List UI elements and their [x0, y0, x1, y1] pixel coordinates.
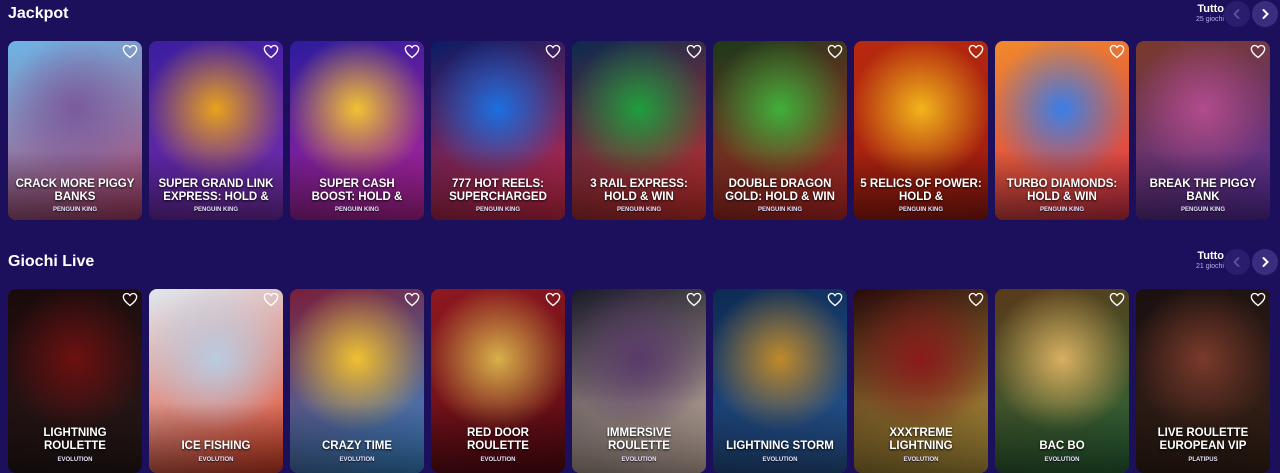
next-button[interactable] — [1252, 249, 1278, 275]
chevron-left-icon — [1233, 257, 1240, 267]
game-row: LIGHTNING ROULETTE EVOLUTION ICE FISHING EV… — [8, 289, 1270, 473]
game-provider: PENGUIN KING — [1180, 207, 1225, 213]
game-card[interactable]: SUPER GRAND LINK EXPRESS: HOLD & PENGUIN … — [149, 41, 283, 220]
game-title: XXXTREME LIGHTNING — [889, 427, 953, 452]
game-card[interactable]: 777 HOT REELS: SUPERCHARGED PENGUIN KING — [431, 41, 565, 220]
game-title: TURBO DIAMONDS: HOLD & WIN — [1006, 178, 1118, 203]
game-card[interactable]: BAC BO EVOLUTION — [995, 289, 1129, 473]
heart-icon[interactable] — [263, 44, 279, 59]
game-title: LIGHTNING STORM — [726, 440, 834, 452]
game-provider: PENGUIN KING — [1039, 207, 1084, 213]
chevron-left-icon — [1233, 9, 1240, 19]
section-jackpot: Jackpot Tutto 25 giochi CRACK MORE PIGGY… — [0, 0, 1280, 230]
game-provider: PENGUIN KING — [898, 207, 943, 213]
section-title: Giochi Live — [8, 253, 95, 270]
game-title: ICE FISHING — [181, 440, 251, 452]
game-provider: PENGUIN KING — [475, 207, 520, 213]
game-card[interactable]: DOUBLE DRAGON GOLD: HOLD & WIN PENGUIN KI… — [713, 41, 847, 220]
game-card[interactable]: IMMERSIVE ROULETTE EVOLUTION — [572, 289, 706, 473]
previous-button[interactable] — [1224, 1, 1250, 27]
game-title: 777 HOT REELS: SUPERCHARGED — [449, 178, 547, 203]
heart-icon[interactable] — [404, 292, 420, 307]
heart-icon[interactable] — [263, 292, 279, 307]
game-card[interactable]: XXXTREME LIGHTNING EVOLUTION — [854, 289, 988, 473]
heart-icon[interactable] — [686, 292, 702, 307]
game-card[interactable]: RED DOOR ROULETTE EVOLUTION — [431, 289, 565, 473]
game-provider: EVOLUTION — [480, 457, 516, 463]
game-provider: EVOLUTION — [339, 457, 375, 463]
game-title: CRACK MORE PIGGY BANKS — [15, 178, 135, 203]
game-provider: PENGUIN KING — [616, 207, 661, 213]
heart-icon[interactable] — [968, 292, 984, 307]
games-count: 25 giochi — [1195, 16, 1224, 23]
chevron-right-icon — [1262, 9, 1269, 19]
heart-icon[interactable] — [968, 44, 984, 59]
heart-icon[interactable] — [545, 292, 561, 307]
game-provider: EVOLUTION — [57, 457, 93, 463]
game-card[interactable]: SUPER CASH BOOST: HOLD & PENGUIN KING — [290, 41, 424, 220]
heart-icon[interactable] — [404, 44, 420, 59]
game-provider: EVOLUTION — [198, 457, 234, 463]
game-title: LIGHTNING ROULETTE — [43, 427, 107, 452]
games-count: 21 giochi — [1195, 263, 1224, 270]
see-all-link[interactable]: Tutto 21 giochi — [1196, 250, 1224, 270]
chevron-right-icon — [1262, 257, 1269, 267]
previous-button[interactable] — [1224, 249, 1250, 275]
game-card[interactable]: CRACK MORE PIGGY BANKS PENGUIN KING — [8, 41, 142, 220]
see-all-link[interactable]: Tutto 25 giochi — [1196, 3, 1224, 23]
heart-icon[interactable] — [122, 44, 138, 59]
heart-icon[interactable] — [1109, 292, 1125, 307]
game-row: CRACK MORE PIGGY BANKS PENGUIN KING SUPER … — [8, 41, 1270, 220]
game-title: SUPER GRAND LINK EXPRESS: HOLD & — [158, 178, 274, 203]
game-title: BREAK THE PIGGY BANK — [1149, 178, 1257, 203]
game-provider: PLATIPUS — [1188, 457, 1218, 463]
game-card[interactable]: CRAZY TIME EVOLUTION — [290, 289, 424, 473]
game-card[interactable]: TURBO DIAMONDS: HOLD & WIN PENGUIN KING — [995, 41, 1129, 220]
game-card[interactable]: LIVE ROULETTE EUROPEAN VIP PLATIPUS — [1136, 289, 1270, 473]
game-provider: EVOLUTION — [762, 457, 798, 463]
heart-icon[interactable] — [545, 44, 561, 59]
heart-icon[interactable] — [1250, 44, 1266, 59]
game-title: DOUBLE DRAGON GOLD: HOLD & WIN — [725, 178, 835, 203]
game-card[interactable]: BREAK THE PIGGY BANK PENGUIN KING — [1136, 41, 1270, 220]
game-card[interactable]: 3 RAIL EXPRESS: HOLD & WIN PENGUIN KING — [572, 41, 706, 220]
game-card[interactable]: LIGHTNING STORM EVOLUTION — [713, 289, 847, 473]
game-card[interactable]: ICE FISHING EVOLUTION — [149, 289, 283, 473]
game-provider: PENGUIN KING — [757, 207, 802, 213]
game-provider: PENGUIN KING — [334, 207, 379, 213]
game-title: 5 RELICS OF POWER: HOLD & — [860, 178, 982, 203]
game-card[interactable]: 5 RELICS OF POWER: HOLD & PENGUIN KING — [854, 41, 988, 220]
heart-icon[interactable] — [1109, 44, 1125, 59]
heart-icon[interactable] — [1250, 292, 1266, 307]
game-provider: EVOLUTION — [1044, 457, 1080, 463]
game-title: BAC BO — [1039, 440, 1085, 452]
game-provider: EVOLUTION — [621, 457, 657, 463]
section-title: Jackpot — [8, 5, 69, 22]
game-card[interactable]: LIGHTNING ROULETTE EVOLUTION — [8, 289, 142, 473]
game-title: RED DOOR ROULETTE — [467, 427, 529, 452]
next-button[interactable] — [1252, 1, 1278, 27]
game-title: 3 RAIL EXPRESS: HOLD & WIN — [590, 178, 688, 203]
see-all-label: Tutto — [1197, 250, 1224, 262]
heart-icon[interactable] — [122, 292, 138, 307]
section-live-games: Giochi Live Tutto 21 giochi LIGHTNING RO… — [0, 248, 1280, 473]
game-provider: PENGUIN KING — [193, 207, 238, 213]
game-title: LIVE ROULETTE EUROPEAN VIP — [1157, 427, 1249, 452]
game-title: CRAZY TIME — [321, 440, 393, 452]
game-title: IMMERSIVE ROULETTE — [606, 427, 672, 452]
see-all-label: Tutto — [1197, 3, 1224, 15]
game-provider: PENGUIN KING — [52, 207, 97, 213]
heart-icon[interactable] — [827, 44, 843, 59]
heart-icon[interactable] — [827, 292, 843, 307]
heart-icon[interactable] — [686, 44, 702, 59]
game-title: SUPER CASH BOOST: HOLD & — [311, 178, 403, 203]
game-provider: EVOLUTION — [903, 457, 939, 463]
